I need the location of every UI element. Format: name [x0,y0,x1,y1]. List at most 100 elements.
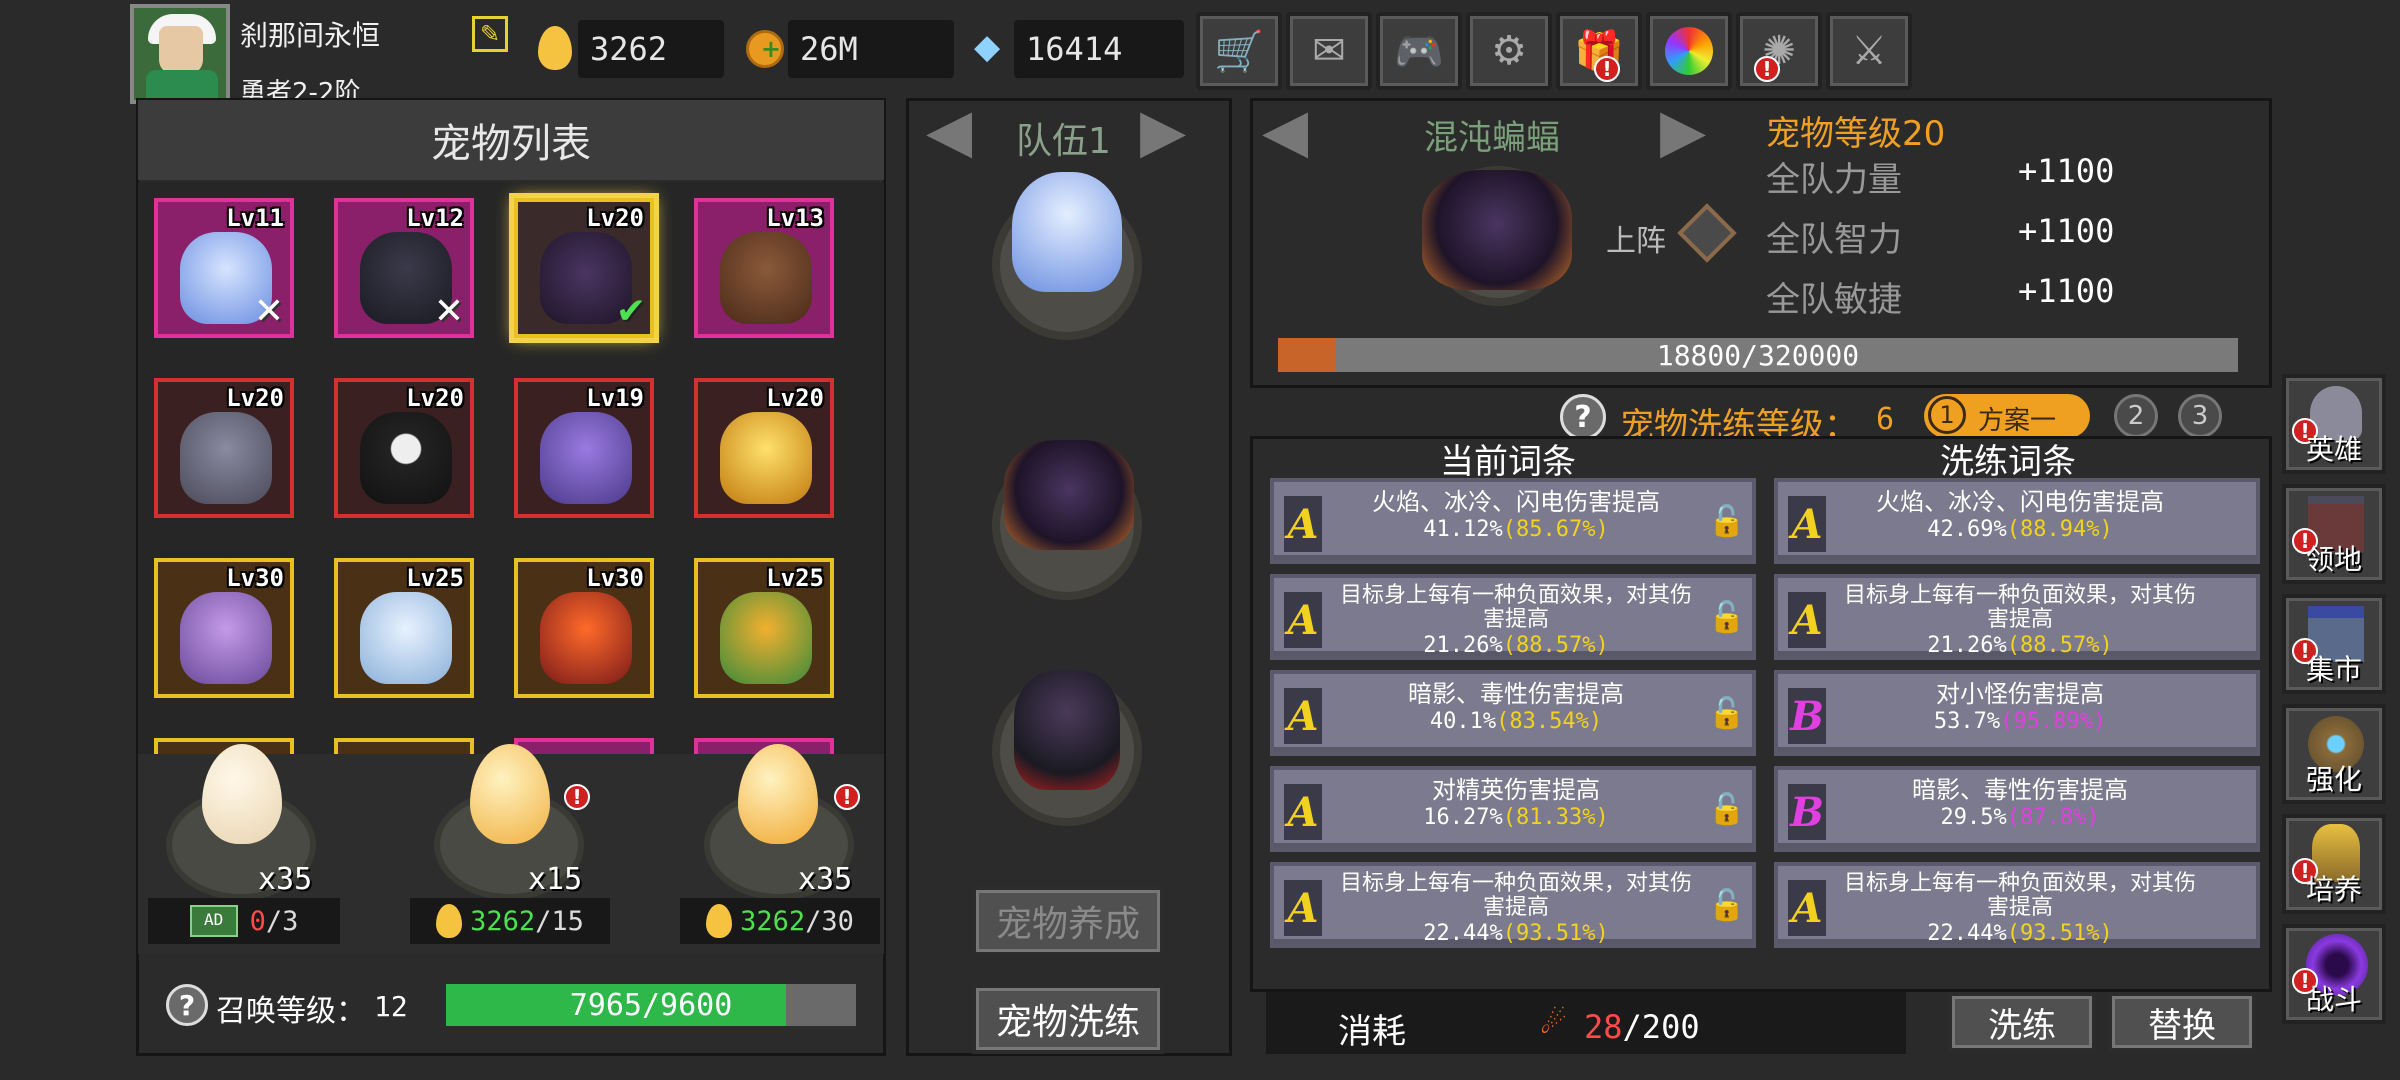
unlock-icon[interactable]: 🔓 [1708,696,1745,736]
pet-name: 混沌蝙蝠 [1424,118,1560,158]
affix-row[interactable]: B 暗影、毒性伤害提高 29.5%(87.8%) [1774,766,2260,852]
affix-row[interactable]: A 目标身上每有一种负面效果，对其伤害提高 21.26%(88.57%) 🔓 [1270,574,1756,660]
pet-next-arrow[interactable]: ▶ [1660,96,1706,166]
pet-wash-button[interactable]: 宠物洗练 [972,984,1164,1054]
ad-video-icon[interactable]: AD [189,905,238,937]
pet-slot[interactable]: Lv30 [514,558,654,698]
gift-button[interactable]: 🎁! [1556,12,1642,90]
egg-icon [706,904,733,938]
replace-button[interactable]: 替换 [2108,992,2256,1052]
affix-row[interactable]: A 目标身上每有一种负面效果，对其伤害提高 22.44%(93.51%) 🔓 [1270,862,1756,948]
side-menu-enhance[interactable]: 强化 [2282,704,2386,804]
affix-description: 火焰、冰冷、闪电伤害提高 [1876,488,2164,516]
affix-row[interactable]: A 暗影、毒性伤害提高 40.1%(83.54%) 🔓 [1270,670,1756,756]
unlock-icon[interactable]: 🔓 [1708,792,1745,832]
pet-level: Lv25 [766,564,824,592]
affix-grade: A [1788,880,1826,936]
affix-row[interactable]: A 对精英伤害提高 16.27%(81.33%) 🔓 [1270,766,1756,852]
affix-percentile: (81.33%) [1502,805,1609,830]
pet-slot[interactable]: Lv20 [334,378,474,518]
affix-row[interactable]: A 火焰、冰冷、闪电伤害提高 41.12%(85.67%) 🔓 [1270,478,1756,564]
turtle-pet-sprite [720,592,812,684]
ice-wolf-pet-sprite [360,592,452,684]
pet-slot[interactable]: Lv30 [154,558,294,698]
pet-slot[interactable]: Lv25 [334,558,474,698]
pet-slot[interactable]: Lv25 [694,558,834,698]
color-wheel-button[interactable] [1646,12,1732,90]
pet-train-button[interactable]: 宠物养成 [972,886,1164,956]
pet-slot[interactable]: Lv19 [514,378,654,518]
gamepad-button[interactable]: 🎮 [1376,12,1462,90]
affix-value-line: 40.1%(83.54%) [1330,708,1702,736]
affix-row[interactable]: B 对小怪伤害提高 53.7%(95.89%) [1774,670,2260,756]
pet-slot[interactable] [514,738,654,754]
pet-grid[interactable]: Lv11 ✕ Lv12 ✕ Lv20 ✔ Lv13 Lv20 Lv20 Lv19… [138,182,884,754]
shop-cart-button[interactable]: 🛒 [1196,12,1282,90]
exp-progress-text: 18800/320000 [1656,338,1860,372]
plan-tab-1[interactable]: 1 方案一 [1924,394,2090,438]
side-menu-cultivate[interactable]: ! 培养 [2282,814,2386,914]
gold-currency: 26M [788,20,954,78]
side-menu-battle[interactable]: ! 战斗 [2282,924,2386,1024]
plan-tab-3[interactable]: 3 [2178,394,2222,438]
side-menu-territory[interactable]: ! 领地 [2282,484,2386,584]
chaos-bat-detail-sprite [1422,170,1572,290]
affix-percentile: (87.8%) [2006,805,2100,830]
pet-slot[interactable]: Lv12 ✕ [334,198,474,338]
pet-prev-arrow[interactable]: ◀ [1262,96,1308,166]
edit-name-icon[interactable]: ✎ [472,16,508,52]
fire-beast-pet-sprite [540,592,632,684]
affix-percentile: (93.51%) [1502,921,1609,946]
wash-button[interactable]: 洗练 [1948,992,2096,1052]
diamond-icon[interactable]: ◆ [974,30,1012,64]
current-affix-header: 当前词条 [1440,442,1576,482]
unlock-icon[interactable]: 🔓 [1708,600,1745,640]
swords-button[interactable]: ⚔ [1826,12,1912,90]
pet-slot[interactable]: Lv11 ✕ [154,198,294,338]
pet-level: Lv25 [406,564,464,592]
plan-tab-2[interactable]: 2 [2114,394,2158,438]
alert-badge: ! [1594,56,1620,82]
pet-slot-selected[interactable]: Lv20 ✔ [514,198,654,338]
pet-slot[interactable]: Lv20 [154,378,294,518]
gold-coin-icon[interactable]: + [746,30,784,68]
pet-level: Lv11 [226,204,284,232]
team-prev-arrow[interactable]: ◀ [926,96,972,166]
side-menu-label: 战斗 [2305,983,2362,1016]
help-icon[interactable]: ? [166,984,208,1026]
pet-level: Lv13 [766,204,824,232]
pet-slot[interactable]: Lv13 [694,198,834,338]
firework-button[interactable]: ✺! [1736,12,1822,90]
summon-progress-text: 7965/9600 [569,987,733,1023]
stat-value: +1100 [2018,272,2115,310]
pet-level: Lv20 [226,384,284,412]
unlock-icon[interactable]: 🔓 [1708,504,1745,544]
plan-label: 方案一 [1978,406,2057,436]
affix-value: 42.69% [1927,517,2007,542]
side-menu-market[interactable]: ! 集市 [2282,594,2386,694]
affix-row[interactable]: A 目标身上每有一种负面效果，对其伤害提高 21.26%(88.57%) [1774,574,2260,660]
affix-percentile: (93.51%) [2006,921,2113,946]
egg-cost-box: AD 0/3 [148,898,340,944]
pet-slot[interactable]: Lv20 [694,378,834,518]
side-menu-hero[interactable]: ! 英雄 [2282,374,2386,474]
settings-button[interactable]: ⚙ [1466,12,1552,90]
affix-value-line: 22.44%(93.51%) [1834,920,2206,948]
affix-grade: A [1284,784,1322,840]
affix-row[interactable]: A 火焰、冰冷、闪电伤害提高 42.69%(88.94%) [1774,478,2260,564]
egg-currency: 3262 [578,20,724,78]
unlock-icon[interactable]: 🔓 [1708,888,1745,928]
affix-value: 41.12% [1423,517,1503,542]
affix-row[interactable]: A 目标身上每有一种负面效果，对其伤害提高 22.44%(93.51%) [1774,862,2260,948]
affix-description: 目标身上每有一种负面效果，对其伤害提高 [1339,583,1692,632]
team-next-arrow[interactable]: ▶ [1140,96,1186,166]
alert-badge: ! [834,784,860,810]
side-menu-label: 集市 [2305,653,2362,686]
mail-button[interactable]: ✉ [1286,12,1372,90]
pet-level: Lv19 [586,384,644,412]
player-avatar[interactable] [130,4,230,104]
pet-list-title: 宠物列表 [138,100,884,180]
alert-badge: ! [1754,56,1780,82]
chaos-bat-team-sprite [1004,440,1134,550]
pet-slot[interactable] [334,738,474,754]
